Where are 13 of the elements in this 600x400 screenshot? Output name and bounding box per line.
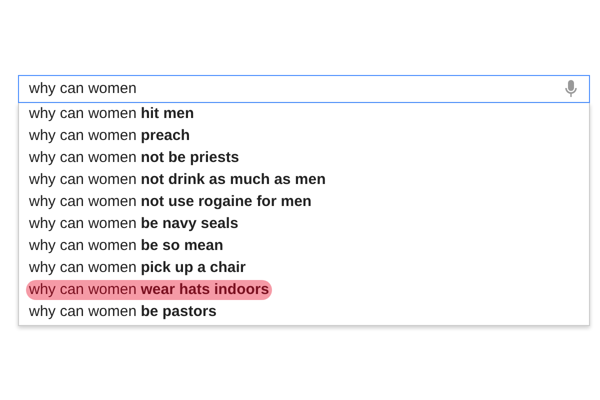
suggestion-item[interactable]: why can women be so mean [29, 236, 224, 256]
suggestion-item[interactable]: why can women preach [29, 126, 190, 146]
search-input[interactable]: why can women [29, 78, 565, 100]
microphone-icon[interactable] [565, 80, 577, 98]
suggestion-item[interactable]: why can women not drink as much as men [29, 170, 326, 190]
suggestion-item[interactable]: why can women pick up a chair [29, 258, 246, 278]
suggestion-item[interactable]: why can women not use rogaine for men [29, 192, 312, 212]
suggestion-item[interactable]: why can women be navy seals [29, 214, 238, 234]
search-field[interactable]: why can women [18, 75, 590, 103]
suggestion-item[interactable]: why can women not be priests [29, 148, 240, 168]
suggestion-item[interactable]: why can women be pastors [29, 302, 217, 322]
suggestion-item[interactable]: why can women wear hats indoors [26, 280, 272, 300]
suggestion-item[interactable]: why can women hit men [29, 104, 194, 124]
